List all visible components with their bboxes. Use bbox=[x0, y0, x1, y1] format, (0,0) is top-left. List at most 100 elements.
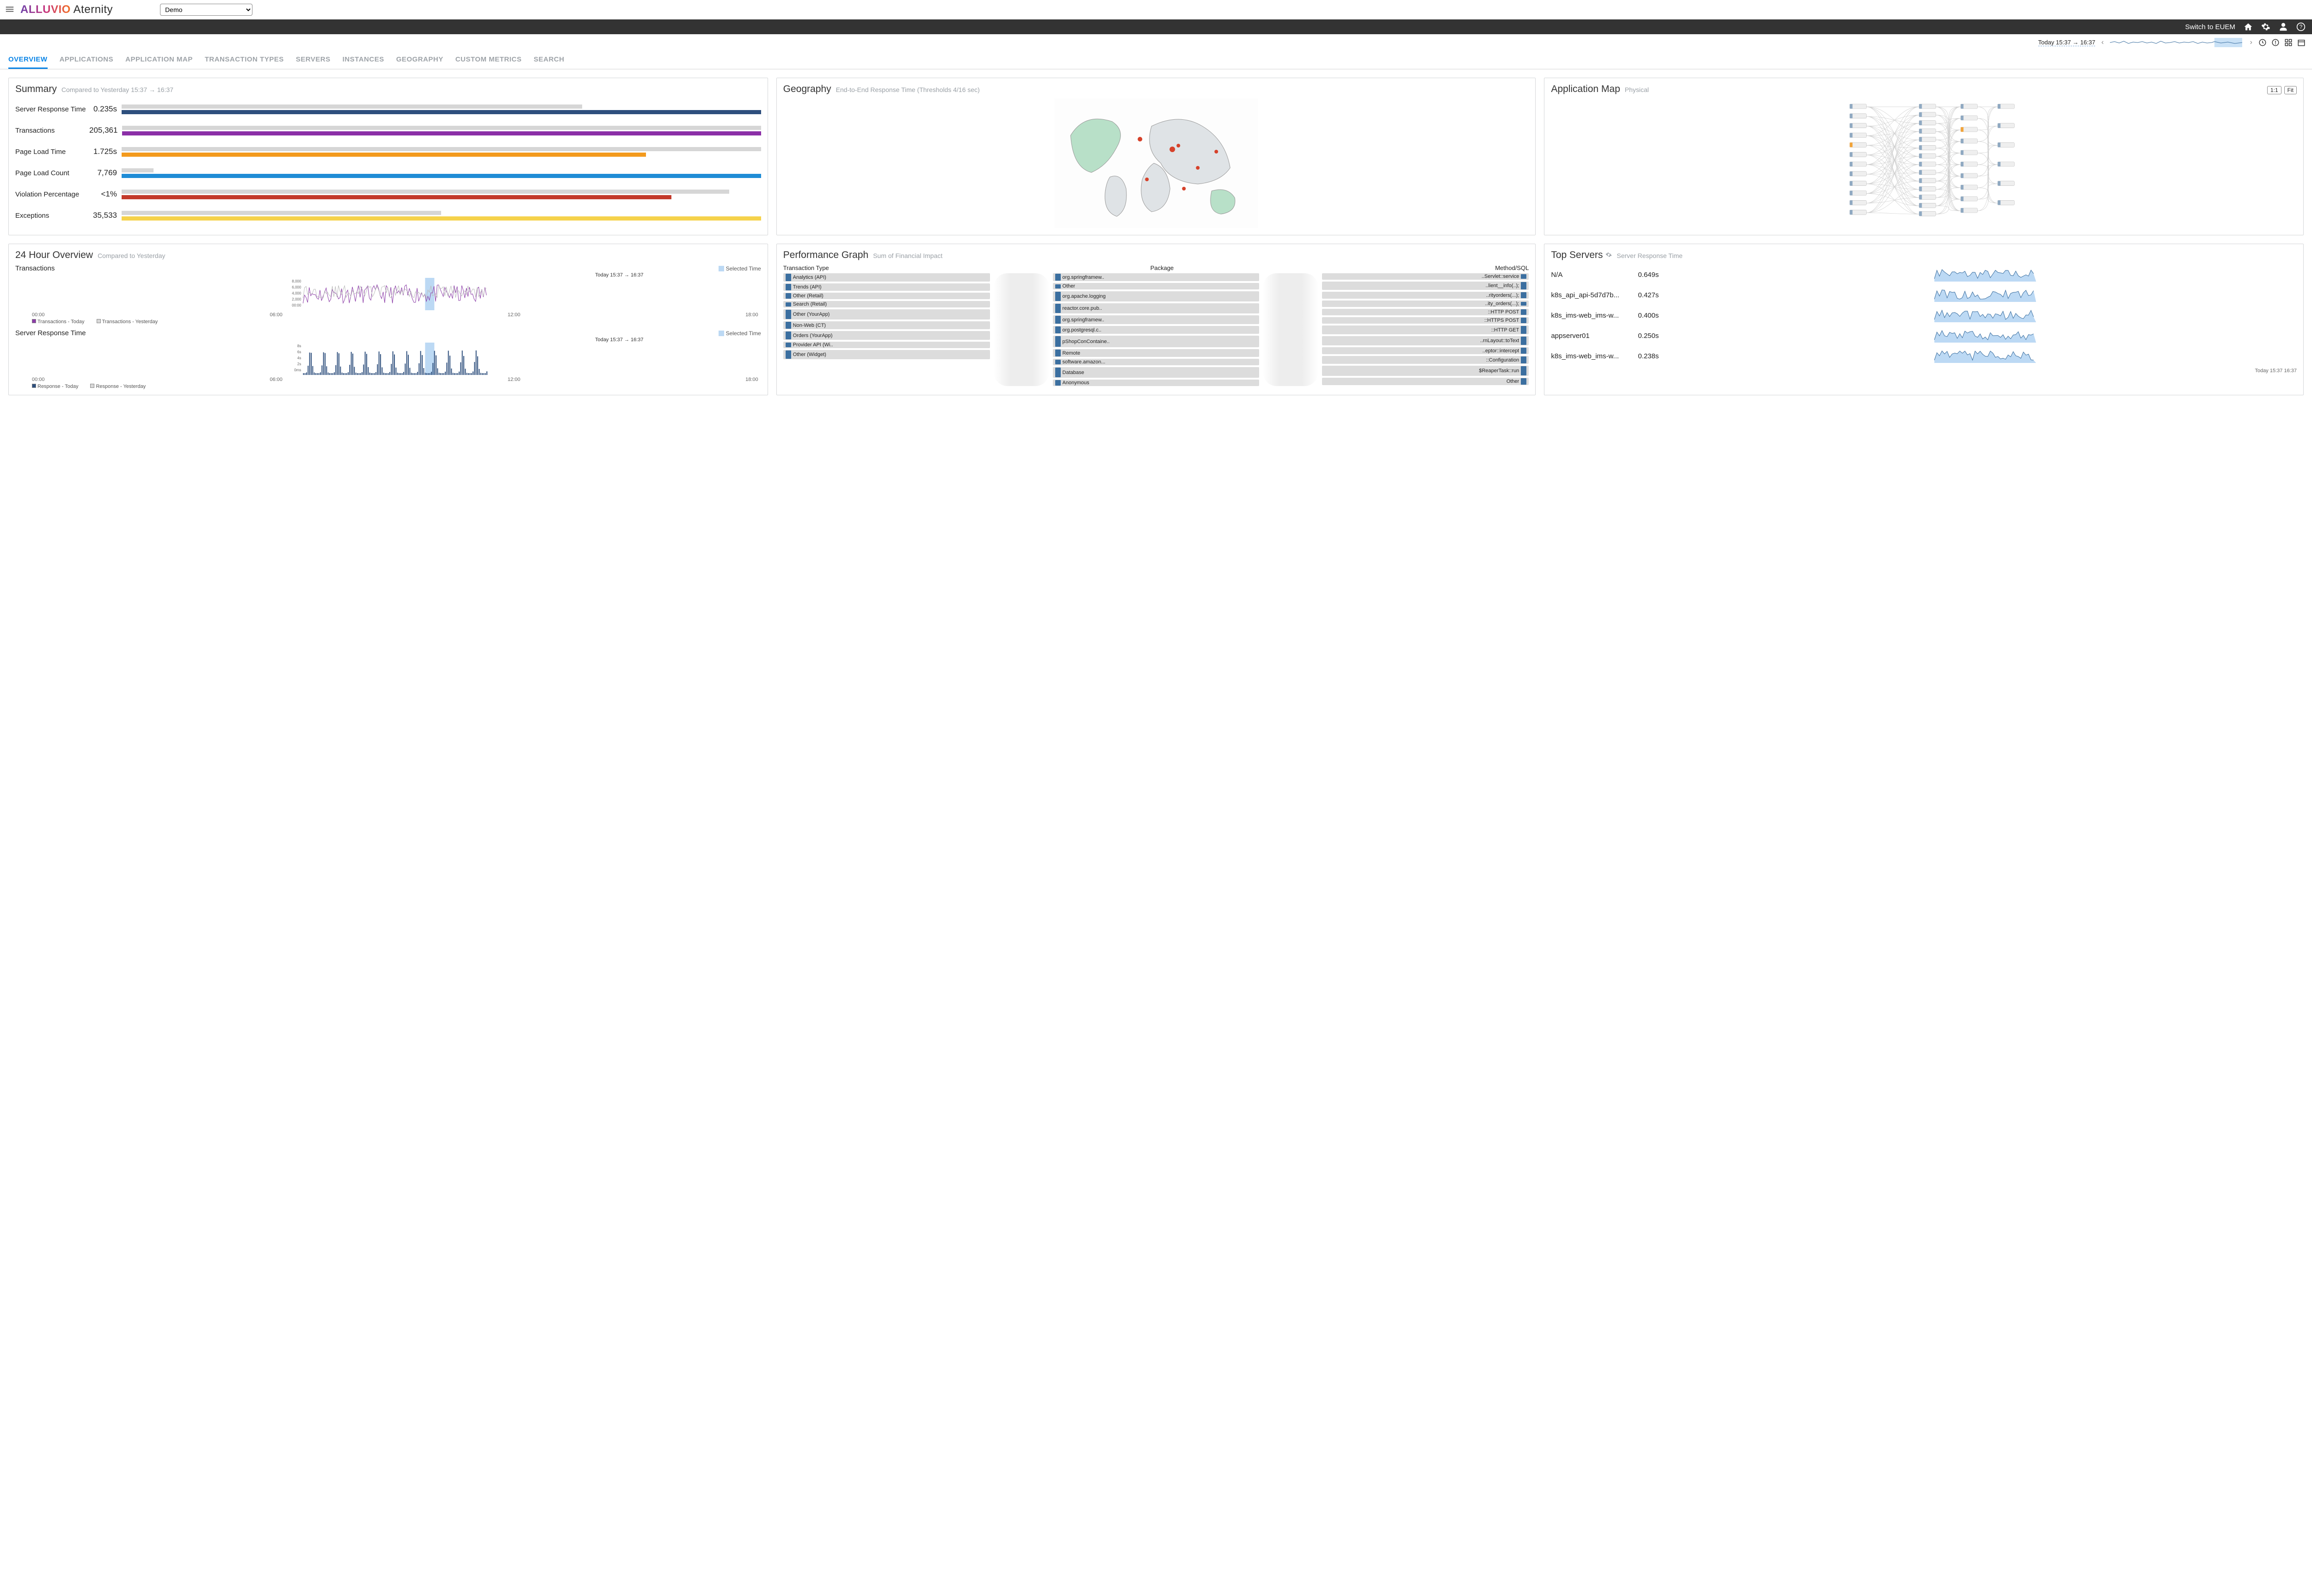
server-sparkline bbox=[1674, 329, 2297, 343]
tab-geography[interactable]: GEOGRAPHY bbox=[396, 52, 443, 69]
tab-applications[interactable]: APPLICATIONS bbox=[60, 52, 114, 69]
topserver-row[interactable]: k8s_api_api-5d7d7b... 0.427s bbox=[1551, 285, 2297, 305]
time-range-label[interactable]: Today 15:37 → 16:37 bbox=[2038, 39, 2096, 46]
sankey-node[interactable]: $ReaperTask::run bbox=[1322, 366, 1529, 376]
summary-row[interactable]: Page Load Count 7,769 bbox=[15, 162, 761, 184]
sankey-node[interactable]: org.apache.logging bbox=[1053, 291, 1260, 301]
topservers-card: Top Servers Server Response Time N/A 0.6… bbox=[1544, 244, 2304, 395]
server-name: k8s_ims-web_ims-w... bbox=[1551, 352, 1629, 360]
clock-alert-icon[interactable] bbox=[2271, 38, 2280, 47]
home-icon[interactable] bbox=[2244, 22, 2253, 31]
tab-application-map[interactable]: APPLICATION MAP bbox=[125, 52, 193, 69]
summary-row[interactable]: Page Load Time 1.725s bbox=[15, 141, 761, 162]
selected-time-legend-2: Selected Time bbox=[719, 330, 761, 337]
tab-custom-metrics[interactable]: CUSTOM METRICS bbox=[455, 52, 522, 69]
application-map-canvas[interactable] bbox=[1551, 98, 2297, 228]
tab-overview[interactable]: OVERVIEW bbox=[8, 52, 48, 69]
sankey-node[interactable]: ::HTTPS POST bbox=[1322, 317, 1529, 324]
summary-value: 205,361 bbox=[89, 126, 122, 135]
tab-instances[interactable]: INSTANCES bbox=[343, 52, 384, 69]
help-icon[interactable]: ? bbox=[2296, 22, 2306, 31]
sankey-node[interactable]: Search (Retail) bbox=[783, 301, 990, 307]
summary-row[interactable]: Violation Percentage <1% bbox=[15, 184, 761, 205]
perfgraph-subtitle: Sum of Financial Impact bbox=[873, 252, 942, 259]
sankey-node[interactable]: Provider API (Wi.. bbox=[783, 342, 990, 348]
world-map[interactable] bbox=[783, 98, 1529, 228]
grid-icon[interactable] bbox=[2284, 38, 2293, 47]
sankey-node[interactable]: Other bbox=[1053, 283, 1260, 289]
sankey-node[interactable]: Remote bbox=[1053, 349, 1260, 357]
user-icon[interactable] bbox=[2279, 22, 2288, 31]
server-value: 0.250s bbox=[1638, 332, 1666, 340]
tab-servers[interactable]: SERVERS bbox=[296, 52, 331, 69]
sankey-node[interactable]: ..rityorders(...); bbox=[1322, 292, 1529, 299]
legend-tx-today: Transactions - Today bbox=[37, 319, 85, 325]
sankey-node[interactable]: Anonymous bbox=[1053, 380, 1260, 386]
tenant-select[interactable]: Demo bbox=[160, 4, 252, 16]
sankey-node[interactable]: Orders (YourApp) bbox=[783, 331, 990, 340]
tab-search[interactable]: SEARCH bbox=[534, 52, 564, 69]
summary-label: Page Load Time bbox=[15, 148, 89, 156]
gear-icon[interactable] bbox=[1605, 252, 1612, 258]
server-sparkline bbox=[1674, 268, 2297, 282]
sankey-node[interactable]: org.springframew.. bbox=[1053, 273, 1260, 281]
sankey-node[interactable]: ..lient__info(..); bbox=[1322, 282, 1529, 290]
topserver-row[interactable]: k8s_ims-web_ims-w... 0.238s bbox=[1551, 346, 2297, 366]
timeline-sparkline[interactable] bbox=[2110, 37, 2244, 48]
sankey-node[interactable]: Other (YourApp) bbox=[783, 309, 990, 319]
summary-label: Exceptions bbox=[15, 212, 89, 220]
menu-icon[interactable] bbox=[5, 4, 15, 16]
sankey-node[interactable]: ..rnLayout::toText bbox=[1322, 336, 1529, 345]
switch-euem-link[interactable]: Switch to EUEM bbox=[2185, 23, 2235, 31]
top-header: ALLUVIO Aternity Demo bbox=[0, 0, 2312, 19]
summary-row[interactable]: Transactions 205,361 bbox=[15, 120, 761, 141]
sankey-node[interactable]: Other bbox=[1322, 378, 1529, 385]
server-name: N/A bbox=[1551, 271, 1629, 279]
topserver-row[interactable]: k8s_ims-web_ims-w... 0.400s bbox=[1551, 305, 2297, 325]
brand-aternity: Aternity bbox=[74, 3, 113, 16]
sankey-node[interactable]: Analytics (API) bbox=[783, 273, 990, 282]
sankey-node[interactable]: pShopConContaine.. bbox=[1053, 336, 1260, 347]
sankey-node[interactable]: ..eptor::intercept bbox=[1322, 347, 1529, 354]
sankey-node[interactable]: software.amazon... bbox=[1053, 359, 1260, 365]
summary-row[interactable]: Server Response Time 0.235s bbox=[15, 98, 761, 120]
sankey-node[interactable]: org.springframew.. bbox=[1053, 315, 1260, 324]
summary-label: Page Load Count bbox=[15, 169, 89, 177]
clock-icon[interactable] bbox=[2258, 38, 2267, 47]
overview24-card: 24 Hour Overview Compared to Yesterday T… bbox=[8, 244, 768, 395]
appmap-fit-button[interactable]: Fit bbox=[2284, 86, 2297, 94]
server-sparkline bbox=[1674, 288, 2297, 302]
sankey-node[interactable]: ::HTTP POST bbox=[1322, 309, 1529, 315]
svg-text:00:00: 00:00 bbox=[292, 303, 301, 307]
ov-chart1-title: Transactions bbox=[15, 264, 55, 272]
svg-text:4s: 4s bbox=[297, 356, 301, 360]
sankey-node[interactable]: Non-Web (CT) bbox=[783, 321, 990, 329]
sankey-node[interactable]: Other (Retail) bbox=[783, 293, 990, 299]
ov-marker-2: Today 15:37 → 16:37 bbox=[478, 337, 761, 343]
time-prev-icon[interactable]: ‹ bbox=[2100, 38, 2105, 47]
tab-transaction-types[interactable]: TRANSACTION TYPES bbox=[205, 52, 284, 69]
gear-icon[interactable] bbox=[2261, 22, 2270, 31]
sankey-node[interactable]: ::Configuration bbox=[1322, 356, 1529, 364]
dashboard-grid: Summary Compared to Yesterday 15:37 → 16… bbox=[0, 69, 2312, 404]
topserver-row[interactable]: N/A 0.649s bbox=[1551, 264, 2297, 285]
topserver-row[interactable]: appserver01 0.250s bbox=[1551, 325, 2297, 346]
sankey-node[interactable]: Other (Widget) bbox=[783, 350, 990, 359]
sankey-node[interactable]: ::HTTP GET bbox=[1322, 325, 1529, 334]
sankey-diagram[interactable]: Analytics (API)Trends (API) Other (Retail… bbox=[783, 273, 1529, 386]
sankey-node[interactable]: Database bbox=[1053, 367, 1260, 378]
summary-label: Transactions bbox=[15, 127, 89, 135]
appmap-title: Application Map bbox=[1551, 84, 1620, 95]
calendar-icon[interactable] bbox=[2297, 38, 2306, 47]
summary-row[interactable]: Exceptions 35,533 bbox=[15, 205, 761, 226]
sankey-node[interactable]: Trends (API) bbox=[783, 283, 990, 291]
sankey-node[interactable]: ..Servlet::service bbox=[1322, 273, 1529, 280]
response-chart[interactable]: 8s6s4s2s0ms bbox=[15, 343, 761, 375]
sankey-node[interactable]: ..ity_orders(...); bbox=[1322, 301, 1529, 307]
sankey-node[interactable]: org.postgresql.c.. bbox=[1053, 326, 1260, 334]
summary-label: Server Response Time bbox=[15, 105, 89, 113]
time-next-icon[interactable]: › bbox=[2249, 38, 2254, 47]
appmap-1to1-button[interactable]: 1:1 bbox=[2267, 86, 2281, 94]
sankey-node[interactable]: reactor.core.pub.. bbox=[1053, 303, 1260, 313]
transactions-chart[interactable]: 8,0006,0004,0002,00000:00 bbox=[15, 278, 761, 310]
